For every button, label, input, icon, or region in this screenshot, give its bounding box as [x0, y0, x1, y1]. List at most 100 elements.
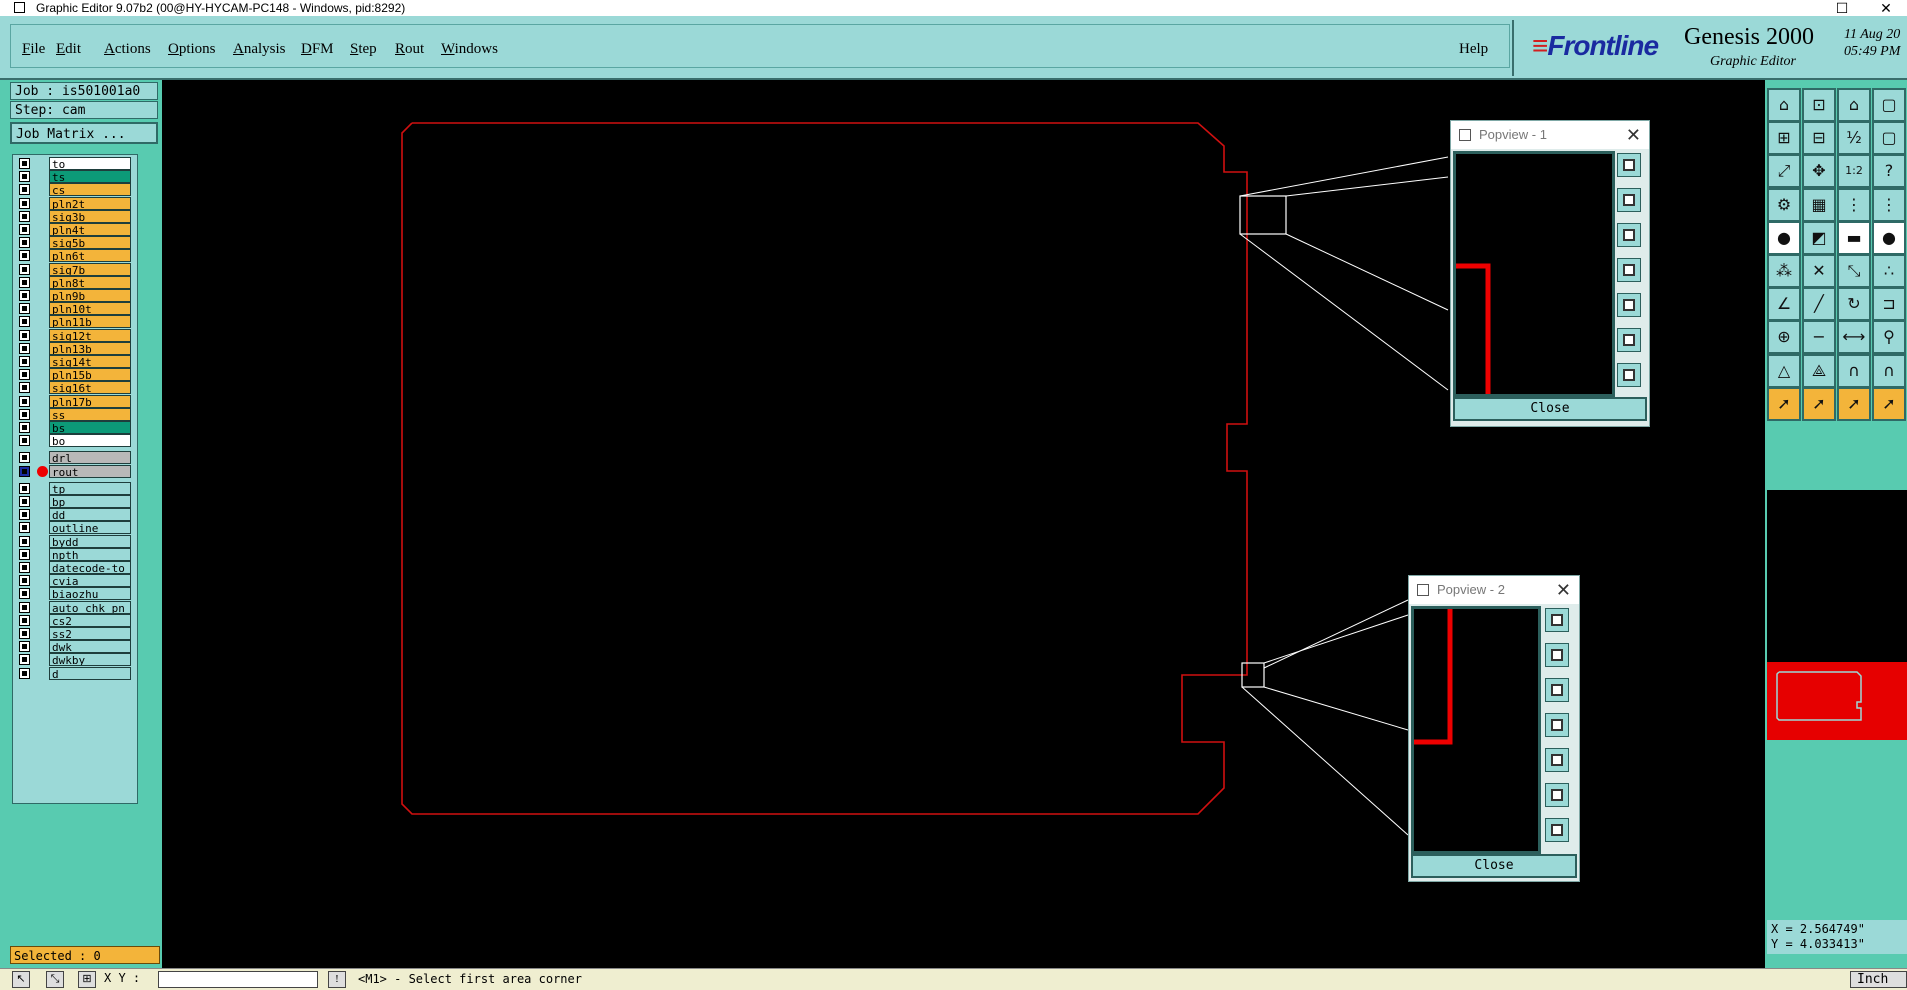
layer-name[interactable]: sig16t: [49, 381, 131, 395]
layer-checkbox[interactable]: [19, 263, 30, 275]
layer-checkbox[interactable]: [19, 465, 30, 477]
layer-name[interactable]: ss: [49, 407, 131, 421]
layer-row-sig12t[interactable]: sig12t: [17, 328, 135, 342]
zoom-in-icon[interactable]: ⊞: [1767, 121, 1801, 156]
popview-zoom-out-icon[interactable]: [1617, 293, 1641, 317]
pan-icon[interactable]: ½: [1837, 121, 1871, 156]
layer-checkbox[interactable]: [19, 290, 30, 301]
layer-row-sig7b[interactable]: sig7b: [17, 262, 135, 276]
fit-icon[interactable]: ⤢: [1767, 154, 1801, 189]
layer-row-sig16t[interactable]: sig16t: [17, 381, 135, 395]
arch-icon[interactable]: ∩: [1837, 353, 1871, 388]
extra-icon[interactable]: ▢: [1872, 88, 1906, 122]
layer-row-drl[interactable]: drl: [17, 451, 135, 465]
layer-checkbox[interactable]: [19, 382, 30, 394]
popview-zoom-icon[interactable]: [1545, 608, 1569, 632]
layer-checkbox[interactable]: [19, 369, 30, 381]
layer-row-ts[interactable]: ts: [17, 170, 135, 184]
home-icon[interactable]: ⌂: [1767, 88, 1801, 122]
layer-row-pln4t[interactable]: pln4t: [17, 223, 135, 236]
triangle-icon[interactable]: △: [1767, 353, 1801, 388]
popview-zoom-out-icon[interactable]: [1545, 748, 1569, 772]
connect-icon[interactable]: ⤡: [1837, 254, 1871, 288]
layer-name[interactable]: sig7b: [49, 262, 131, 276]
layer-row-dwk[interactable]: dwk: [17, 640, 135, 654]
menu-dfm[interactable]: DFM: [301, 41, 334, 58]
layer-row-datecode-to[interactable]: datecode-to: [17, 561, 135, 574]
house-icon[interactable]: ⌂: [1837, 88, 1871, 122]
layer-name[interactable]: npth: [49, 547, 131, 561]
layer-checkbox[interactable]: [19, 641, 30, 653]
layer-checkbox[interactable]: [19, 575, 30, 587]
popview-home-icon[interactable]: [1617, 188, 1641, 212]
layer-name[interactable]: pln13b: [49, 341, 131, 355]
measure-icon[interactable]: ⟷: [1837, 320, 1871, 355]
extra2-icon[interactable]: ▢: [1872, 121, 1906, 156]
menu-windows[interactable]: Windows: [441, 41, 498, 58]
layer-row-pln11b[interactable]: pln11b: [17, 315, 135, 329]
layer-name[interactable]: dwkby: [49, 653, 131, 667]
angle-icon[interactable]: ∠: [1767, 287, 1801, 322]
layer-name[interactable]: dwk: [49, 640, 131, 654]
layer-checkbox[interactable]: [19, 184, 30, 196]
layer-name[interactable]: sig14t: [49, 355, 131, 368]
popview-home-icon[interactable]: [1545, 643, 1569, 667]
grid-mode-icon[interactable]: ⊞: [78, 971, 96, 988]
zoom-home-icon[interactable]: ⊡: [1802, 88, 1836, 122]
snap2-icon[interactable]: ⋮: [1872, 187, 1906, 222]
layer-row-bp[interactable]: bp: [17, 495, 135, 508]
layer-name[interactable]: bo: [49, 434, 131, 448]
nodes-icon[interactable]: ⁂: [1767, 254, 1801, 288]
layer-checkbox[interactable]: [19, 522, 30, 534]
close-icon[interactable]: ✕: [1556, 576, 1571, 604]
menu-help[interactable]: Help: [1459, 41, 1488, 58]
layer-checkbox[interactable]: [19, 667, 30, 679]
cross-icon[interactable]: ✕: [1802, 254, 1836, 288]
help-icon[interactable]: ?: [1872, 154, 1906, 189]
layer-checkbox[interactable]: [19, 482, 30, 494]
arch2-icon[interactable]: ∩: [1872, 353, 1906, 388]
layer-row-auto_chk_pn[interactable]: auto_chk_pn: [17, 600, 135, 614]
units-selector[interactable]: Inch: [1850, 971, 1907, 988]
layer-name[interactable]: cs: [49, 183, 131, 197]
scale-icon[interactable]: 1:2: [1837, 154, 1871, 189]
layer-checkbox[interactable]: [19, 329, 30, 341]
layer-checkbox[interactable]: [19, 509, 30, 521]
layer-checkbox[interactable]: [19, 276, 30, 288]
layer-row-pln10t[interactable]: pln10t: [17, 302, 135, 316]
layer-row-dwkby[interactable]: dwkby: [17, 653, 135, 667]
layer-checkbox[interactable]: [19, 628, 30, 639]
overview-map[interactable]: [1767, 662, 1907, 740]
layer-checkbox[interactable]: [19, 535, 30, 547]
layer-checkbox[interactable]: [19, 224, 30, 235]
layer-row-cs2[interactable]: cs2: [17, 613, 135, 627]
layer-name[interactable]: datecode-to: [49, 561, 131, 574]
layer-name[interactable]: outline: [49, 521, 131, 535]
layer-name[interactable]: pln9b: [49, 289, 131, 302]
job-matrix-button[interactable]: Job Matrix ...: [10, 122, 158, 144]
layer-name[interactable]: cvia: [49, 574, 131, 588]
line-icon[interactable]: ◩: [1802, 220, 1836, 255]
menu-options[interactable]: Options: [168, 41, 216, 58]
slash-icon[interactable]: ╱: [1802, 287, 1836, 322]
layer-row-to[interactable]: to: [17, 157, 135, 170]
layer-row-biaozhu[interactable]: biaozhu: [17, 587, 135, 601]
menu-step[interactable]: Step: [350, 41, 377, 58]
layer-row-npth[interactable]: npth: [17, 547, 135, 561]
bracket-icon[interactable]: ⊐: [1872, 287, 1906, 322]
popview-zoom-in-icon[interactable]: [1617, 258, 1641, 282]
layer-name[interactable]: ts: [49, 170, 131, 184]
layer-checkbox[interactable]: [19, 588, 30, 600]
layer-name[interactable]: dd: [49, 508, 131, 522]
layer-checkbox[interactable]: [19, 237, 30, 249]
layer-row-rout[interactable]: rout: [17, 464, 135, 478]
layer-name[interactable]: pln2t: [49, 196, 131, 210]
center-icon[interactable]: ✥: [1802, 154, 1836, 189]
menu-rout[interactable]: Rout: [395, 41, 424, 58]
layer-checkbox[interactable]: [19, 654, 30, 666]
layer-row-outline[interactable]: outline: [17, 521, 135, 535]
popview-2-close-button[interactable]: Close: [1411, 854, 1577, 878]
xy-input[interactable]: [158, 971, 318, 988]
menu-file[interactable]: File: [22, 41, 45, 58]
cursor-icon[interactable]: ➚: [1767, 386, 1801, 421]
